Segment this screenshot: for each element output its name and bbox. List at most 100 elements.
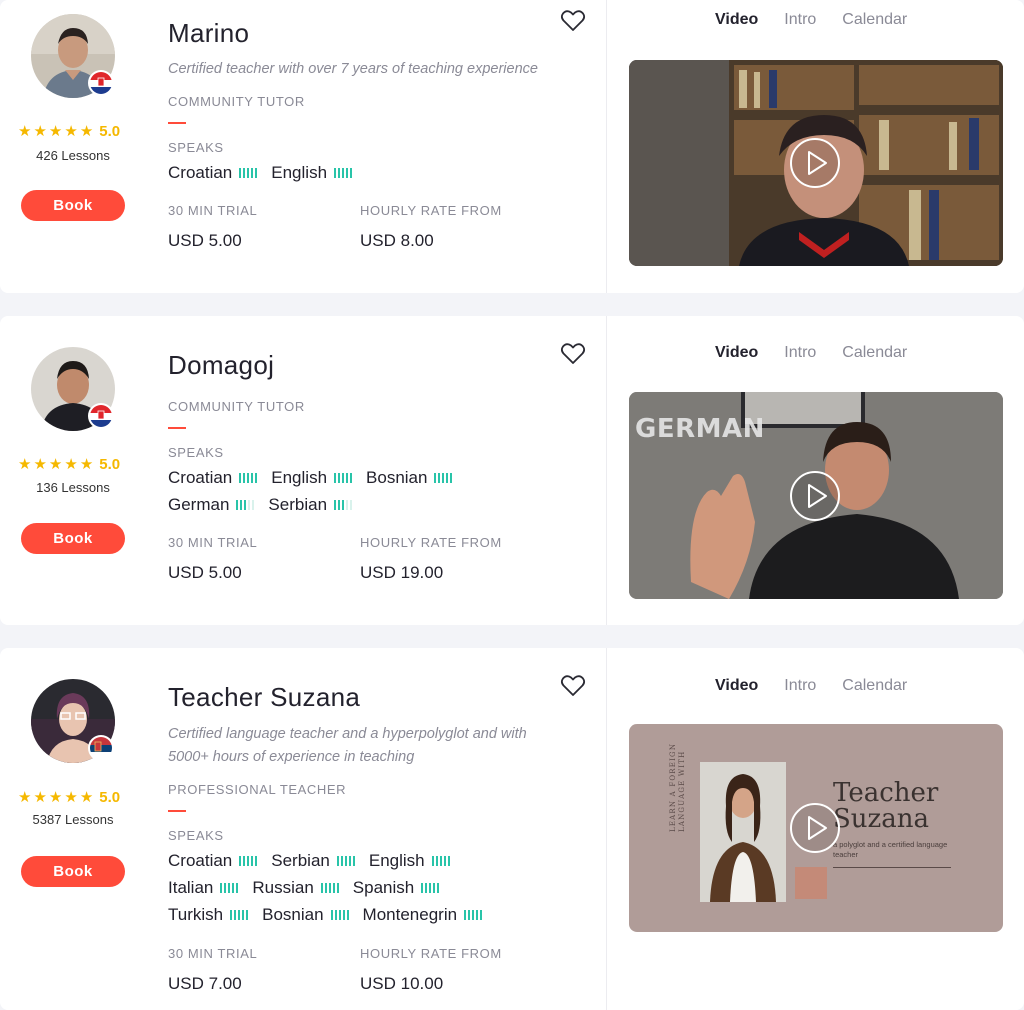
- language-item: Spanish: [353, 878, 440, 898]
- level-bars: [336, 856, 355, 866]
- rate-price: USD 19.00: [360, 563, 444, 582]
- level-bars: [320, 883, 339, 893]
- intro-video[interactable]: [629, 60, 1003, 266]
- language-name: Italian: [168, 878, 214, 897]
- language-name: English: [271, 163, 328, 182]
- trial-label: 30 MIN TRIAL: [168, 946, 258, 961]
- tutor-description: Certified language teacher and a hyperpo…: [168, 726, 527, 765]
- language-item: Serbian: [271, 851, 355, 871]
- star-icon: ★: [48, 788, 63, 806]
- language-item: Russian: [252, 878, 339, 898]
- intro-video[interactable]: LEARN A FOREIGN LANGUAGE WITH Teacher Su…: [629, 724, 1003, 932]
- level-bars: [334, 500, 353, 510]
- croatia-flag-icon: [88, 403, 114, 429]
- star-icon: ★: [79, 788, 94, 806]
- play-icon[interactable]: [789, 137, 841, 189]
- heart-icon[interactable]: [560, 674, 586, 698]
- lessons-count: 136 Lessons: [36, 480, 110, 495]
- media-panel: Video Intro Calendar: [607, 0, 1024, 293]
- language-name: Montenegrin: [362, 905, 458, 924]
- star-icon: ★: [33, 122, 47, 140]
- trial-label: 30 MIN TRIAL: [168, 203, 258, 218]
- rate-label: HOURLY RATE FROM: [360, 203, 502, 218]
- rate-price: USD 10.00: [360, 974, 444, 993]
- heart-icon[interactable]: [560, 342, 586, 366]
- language-name: Serbian: [268, 495, 328, 514]
- video-overlay-text: GERMAN: [635, 414, 765, 444]
- tab-video[interactable]: Video: [715, 344, 758, 362]
- play-icon[interactable]: [789, 470, 841, 522]
- video-title: Teacher Suzana: [833, 780, 938, 832]
- language-item: Bosnian: [366, 468, 453, 488]
- accent-divider: [168, 122, 186, 124]
- media-tabs: Video Intro Calendar: [715, 11, 907, 29]
- star-icon: ★: [48, 455, 63, 473]
- tutor-profile-column: ★ ★ ★ ★ ★ 5.0 136 Lessons Book: [0, 316, 148, 625]
- level-bars: [239, 168, 258, 178]
- book-button[interactable]: Book: [21, 856, 125, 887]
- level-bars: [434, 473, 453, 483]
- tab-intro[interactable]: Intro: [784, 677, 816, 695]
- rating: ★ ★ ★ ★ ★ 5.0: [18, 789, 120, 806]
- tab-intro[interactable]: Intro: [784, 11, 816, 29]
- trial-label: 30 MIN TRIAL: [168, 535, 258, 550]
- video-side-text: LEARN A FOREIGN LANGUAGE WITH: [669, 742, 686, 832]
- tab-calendar[interactable]: Calendar: [842, 677, 907, 695]
- star-icon: ★: [64, 788, 78, 806]
- tab-video[interactable]: Video: [715, 677, 758, 695]
- book-button[interactable]: Book: [21, 523, 125, 554]
- tutor-name[interactable]: Teacher Suzana: [168, 682, 360, 713]
- star-icon: ★: [18, 788, 32, 806]
- video-photo: [700, 762, 786, 902]
- language-item: Croatian: [168, 851, 258, 871]
- star-icon: ★: [18, 122, 32, 140]
- rating: ★ ★ ★ ★ ★ 5.0: [18, 123, 120, 140]
- lessons-count: 426 Lessons: [36, 148, 110, 163]
- tutor-type: COMMUNITY TUTOR: [168, 399, 305, 414]
- language-item: Bosnian: [262, 905, 349, 925]
- language-name: Croatian: [168, 468, 233, 487]
- level-bars: [239, 856, 258, 866]
- level-bars: [334, 473, 353, 483]
- tutor-name[interactable]: Domagoj: [168, 350, 274, 381]
- level-bars: [236, 500, 255, 510]
- languages-row: Croatian Serbian English: [168, 851, 464, 871]
- croatia-flag-icon: [88, 70, 114, 96]
- languages-row: German Serbian: [168, 495, 366, 515]
- speaks-label: SPEAKS: [168, 140, 224, 155]
- heart-icon[interactable]: [560, 9, 586, 33]
- rating-value: 5.0: [99, 123, 121, 140]
- tutor-name[interactable]: Marino: [168, 18, 249, 49]
- tutor-info: Teacher Suzana Certified language teache…: [168, 648, 598, 1010]
- serbia-flag-icon: [88, 735, 114, 761]
- level-bars: [330, 910, 349, 920]
- tutor-card: ★ ★ ★ ★ ★ 5.0 5387 Lessons Book Teacher …: [0, 648, 1024, 1010]
- rate-label: HOURLY RATE FROM: [360, 535, 502, 550]
- tab-calendar[interactable]: Calendar: [842, 11, 907, 29]
- tab-intro[interactable]: Intro: [784, 344, 816, 362]
- level-bars: [239, 473, 258, 483]
- book-button[interactable]: Book: [21, 190, 125, 221]
- tutor-profile-column: ★ ★ ★ ★ ★ 5.0 426 Lessons Book: [0, 0, 148, 293]
- play-icon[interactable]: [789, 802, 841, 854]
- video-subtitle: a polyglot and a certified language teac…: [833, 840, 948, 859]
- accent-divider: [168, 427, 186, 429]
- star-icon: ★: [48, 122, 63, 140]
- language-name: Bosnian: [366, 468, 428, 487]
- star-icon: ★: [18, 455, 32, 473]
- star-icon: ★: [33, 788, 47, 806]
- star-icon: ★: [64, 455, 78, 473]
- language-item: English: [271, 163, 353, 183]
- languages-row: Croatian English Bosnian: [168, 468, 466, 488]
- language-item: Croatian: [168, 163, 258, 183]
- accent-divider: [168, 810, 186, 812]
- level-bars: [464, 910, 483, 920]
- tab-calendar[interactable]: Calendar: [842, 344, 907, 362]
- tutor-card: ★ ★ ★ ★ ★ 5.0 136 Lessons Book Domagoj C…: [0, 316, 1024, 625]
- languages-row: Croatian English: [168, 163, 366, 183]
- language-name: Croatian: [168, 851, 233, 870]
- media-tabs: Video Intro Calendar: [715, 677, 907, 695]
- level-bars: [431, 856, 450, 866]
- tab-video[interactable]: Video: [715, 11, 758, 29]
- intro-video[interactable]: GERMAN: [629, 392, 1003, 599]
